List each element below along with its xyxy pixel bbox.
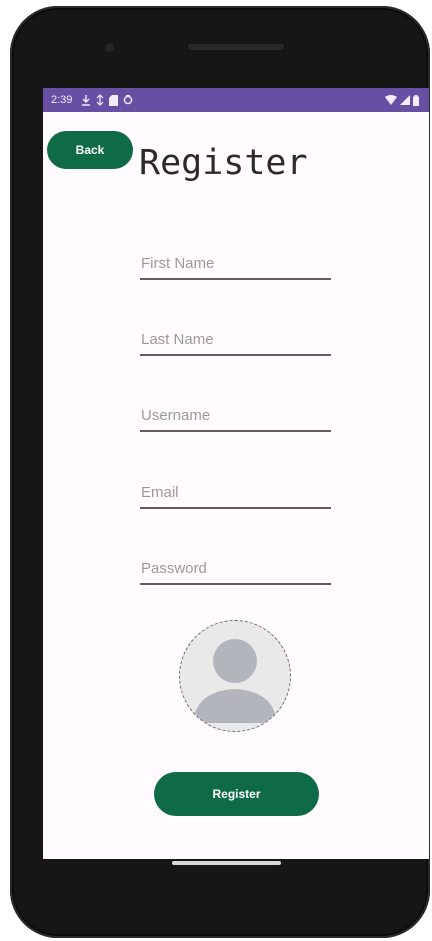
first-name-field-wrapper	[140, 248, 332, 280]
first-name-field[interactable]	[140, 248, 332, 278]
password-field-wrapper	[140, 553, 332, 585]
password-field[interactable]	[140, 553, 332, 583]
earpiece-speaker	[188, 44, 284, 50]
front-camera	[105, 43, 114, 52]
cellular-signal-icon	[400, 95, 410, 105]
last-name-field[interactable]	[140, 324, 332, 354]
username-field-wrapper	[140, 400, 332, 432]
email-field-wrapper	[140, 477, 332, 509]
battery-icon	[413, 94, 419, 106]
back-button[interactable]: Back	[47, 131, 133, 169]
email-field[interactable]	[140, 477, 332, 507]
status-time: 2:39	[51, 94, 73, 106]
app-screen: 2:39 Back Register First Name Last Name …	[43, 88, 429, 859]
person-placeholder-icon	[193, 639, 277, 723]
page-title: Register	[139, 143, 308, 183]
phone-frame: 2:39 Back Register First Name Last Name …	[10, 6, 430, 938]
sd-card-icon	[109, 94, 119, 106]
home-indicator[interactable]	[172, 861, 281, 865]
last-name-field-wrapper	[140, 324, 332, 356]
circle-icon	[123, 95, 133, 105]
wifi-icon	[385, 95, 397, 105]
register-button[interactable]: Register	[154, 772, 319, 816]
username-field[interactable]	[140, 400, 332, 430]
status-bar: 2:39	[43, 88, 429, 112]
download-icon	[81, 94, 91, 106]
signal-activity-icon	[96, 94, 104, 106]
profile-picture-picker[interactable]	[179, 620, 291, 732]
